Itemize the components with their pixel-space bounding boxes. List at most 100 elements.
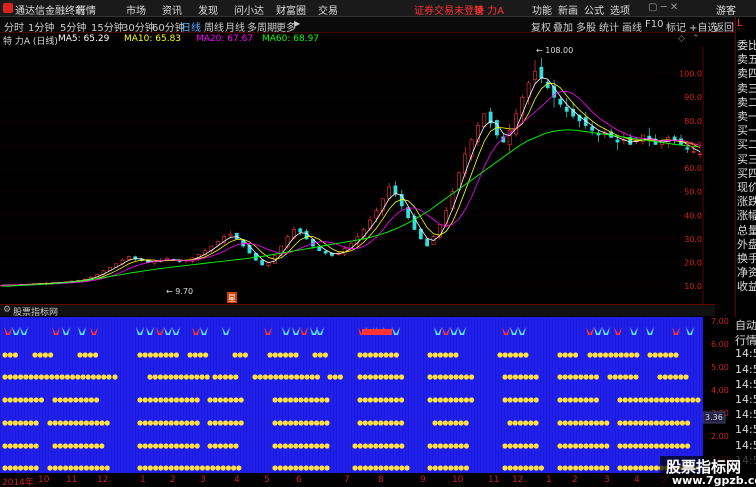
period-tab-more[interactable]: 更多 [276,19,296,34]
indicator-dot [378,352,384,358]
multi-stock-button[interactable]: 多股 [576,19,596,34]
stats-button[interactable]: 统计 [599,19,619,34]
indicator-dot [648,397,654,403]
indicator-settings-icon[interactable]: ⚙ [3,305,11,315]
period-tab-monthly[interactable]: 月线 [225,19,245,34]
indicator-dot [573,352,579,358]
indicator-dot [12,420,18,426]
menu-item-new-draw[interactable]: 新画 [558,2,578,17]
indicator-dot [562,465,568,471]
indicator-dot [2,352,8,358]
settings-diamond-icon[interactable]: ◇ [678,34,685,44]
collapse-icon[interactable]: ⌃ [692,34,700,44]
indicator-dot [57,397,63,403]
indicator-dot [298,397,304,403]
indicator-dot [463,374,469,380]
indicator-dot [683,374,689,380]
indicator-dot [695,397,701,403]
indicator-dot [383,443,389,449]
more-dropdown-icon[interactable]: ▶ [294,19,300,28]
indicator-dot [617,443,623,449]
price-chart[interactable]: 100.0 90.0 80.0 70.0 60.0 50.0 40.0 30.0 20.0 10.… [0,46,715,304]
menu-item-market-quotes[interactable]: 行情 [76,2,96,17]
indicator-dot [567,352,574,358]
indicator-dot [634,352,640,358]
indicator-dot [54,374,60,380]
menu-item-news[interactable]: 资讯 [162,2,182,17]
indicator-dot [236,465,242,471]
indicator-dot [593,443,600,449]
indicator-dot [184,420,190,426]
indicator-dot [64,374,70,380]
menu-item-formula[interactable]: 公式 [584,2,604,17]
indicator-dot [199,465,205,471]
trade-time-label: 自动 [735,319,756,332]
indicator-dot [184,397,190,403]
indicator-dot [18,443,24,449]
period-tab-60min[interactable]: 60分钟 [152,19,185,34]
mark-button[interactable]: 标记 [666,19,686,34]
period-tab-intraday[interactable]: 分时 [4,19,24,34]
menu-item-function[interactable]: 功能 [532,2,552,17]
indicator-dot [643,443,649,449]
indicator-dot [679,443,686,449]
indicator-dot [518,397,524,403]
period-tab-multi[interactable]: 多周期 [247,19,277,34]
indicator-dot [664,420,670,426]
menu-item-discover[interactable]: 发现 [198,2,218,17]
period-tab-30min[interactable]: 30分钟 [122,19,155,34]
indicator-dot [383,352,389,358]
back-button[interactable]: 返回 [714,19,734,34]
menu-item-trade[interactable]: 交易 [318,2,338,17]
menu-item-options[interactable]: 选项 [610,2,630,17]
indicator-dot [578,443,584,449]
indicator-dot [168,352,174,358]
indicator-dot [518,465,524,471]
indicator-dot [293,397,299,403]
indicator-dot [38,397,45,403]
indicator-dot [512,443,519,449]
indicator-dot [518,352,524,358]
overlay-button[interactable]: 叠加 [553,19,573,34]
indicator-dot [573,374,579,380]
app-title: 通达信金融终端 [15,6,85,17]
menu-item-market[interactable]: 市场 [126,2,146,17]
indicator-dot [629,352,635,358]
indicator-dot [573,397,579,403]
indicator-dot [388,443,394,449]
guest-label[interactable]: 游客 [716,2,736,17]
date-axis-label: 8 [378,475,384,485]
menu-item-wealth-circle[interactable]: 财富圈 [276,2,306,17]
adjust-button[interactable]: 复权 [531,19,551,34]
indicator-dot [12,352,18,358]
period-tab-weekly[interactable]: 周线 [204,19,224,34]
indicator-dot [147,465,153,471]
indicator-dot [189,397,195,403]
price-axis-label: 80.0 [684,117,702,126]
date-axis-label: 12 [97,475,109,485]
window-controls-icon[interactable]: ▢ ─ ✕ [648,2,678,13]
indicator-dot [238,420,244,426]
indicator-dot [367,397,373,403]
period-tab-5min[interactable]: 5分钟 [60,19,86,34]
indicator-dot [228,397,234,403]
indicator-dot [674,397,680,403]
period-tab-15min[interactable]: 15分钟 [91,19,124,34]
indicator-dot [68,420,74,426]
period-tab-daily[interactable]: 日线 [181,19,201,34]
draw-line-button[interactable]: 画线 [622,19,642,34]
indicator-dot [288,397,294,403]
indicator-dot [597,352,604,358]
price-axis-label: 90.0 [684,93,702,102]
indicator-dot [443,397,449,403]
indicator-chart[interactable] [0,317,703,473]
period-tab-1min[interactable]: 1分钟 [28,19,54,34]
indicator-dot [394,443,400,449]
indicator-dot [63,465,69,471]
price-axis-label: 70.0 [684,140,702,149]
menu-item-ask[interactable]: 问小达 [234,2,264,17]
indicator-dot [578,374,584,380]
indicator-dot [458,443,464,449]
indicator-axis-label: 6.00 [711,340,729,349]
f10-button[interactable]: F10 [645,19,663,30]
